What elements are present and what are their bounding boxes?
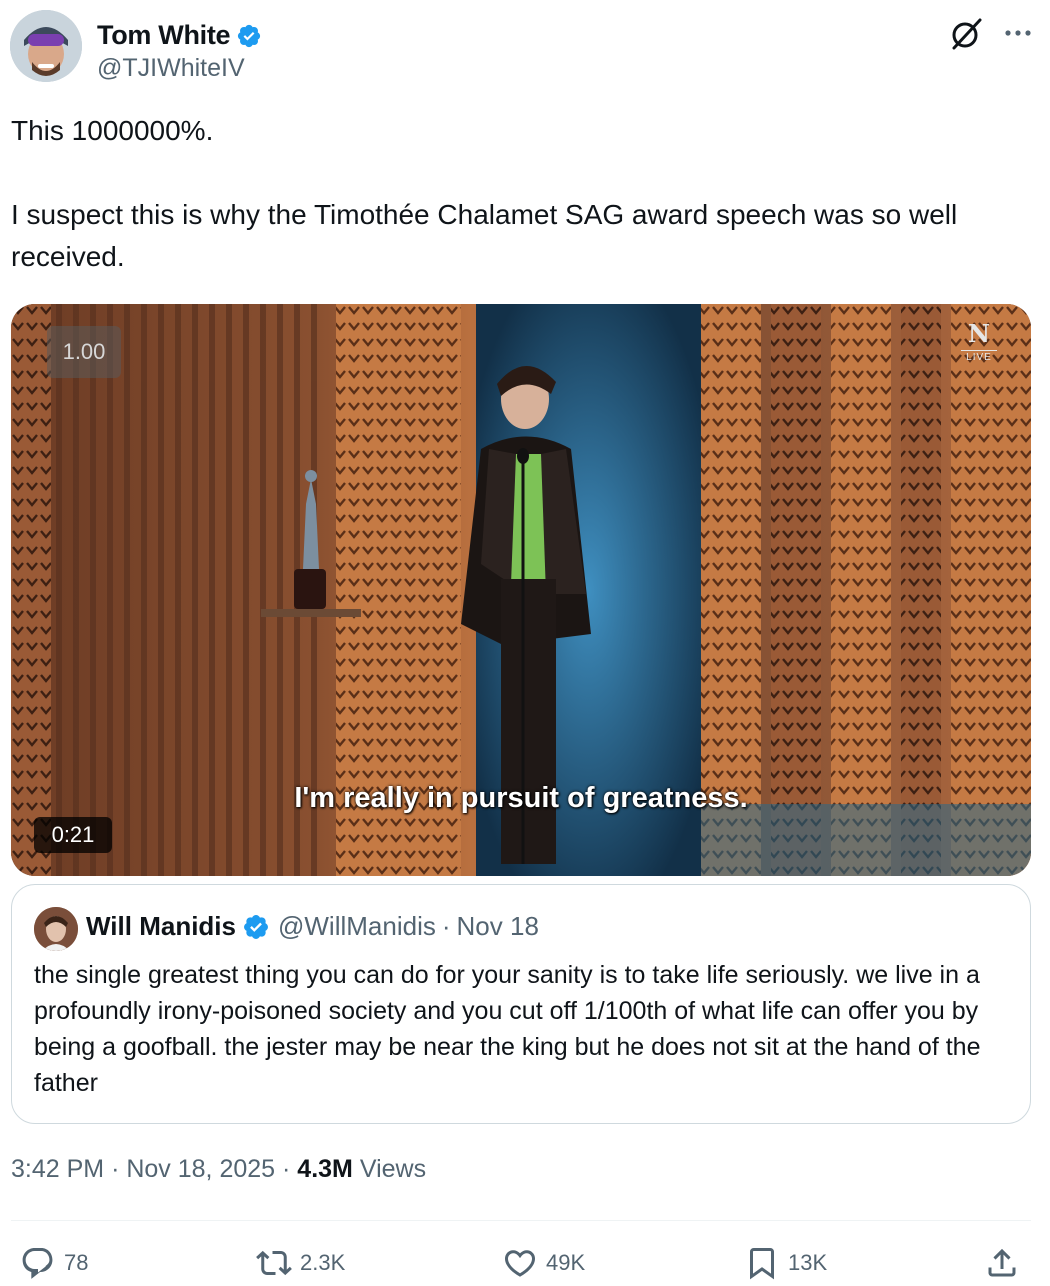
divider bbox=[11, 1220, 1031, 1221]
playback-speed-badge[interactable]: 1.00 bbox=[47, 326, 121, 378]
author-handle[interactable]: @TJIWhiteIV bbox=[97, 54, 245, 83]
network-logo: N bbox=[968, 319, 990, 348]
quoted-text: the single greatest thing you can do for… bbox=[34, 961, 981, 1097]
tweet-date[interactable]: Nov 18, 2025 bbox=[126, 1155, 275, 1183]
network-badge: N LIVE bbox=[961, 320, 997, 368]
reply-button[interactable]: 78 bbox=[20, 1240, 88, 1286]
quoted-author-avatar[interactable] bbox=[34, 907, 78, 951]
like-count: 49K bbox=[546, 1250, 586, 1275]
quoted-tweet[interactable]: Will Manidis @WillManidis · Nov 18 the s… bbox=[11, 884, 1031, 1124]
views-label: Views bbox=[359, 1155, 427, 1183]
grok-icon[interactable] bbox=[948, 16, 984, 52]
bookmark-count: 13K bbox=[788, 1250, 828, 1275]
tweet-time[interactable]: 3:42 PM bbox=[11, 1155, 104, 1183]
quoted-date[interactable]: Nov 18 bbox=[457, 911, 539, 942]
video-player[interactable]: 1.00 N LIVE I'm really in pursuit of gre… bbox=[11, 304, 1031, 876]
like-button[interactable]: 49K bbox=[502, 1240, 585, 1286]
action-bar: 78 2.3K 49K 13K bbox=[0, 1240, 1050, 1286]
separator-dot: · bbox=[282, 1155, 291, 1183]
share-icon bbox=[988, 1248, 1016, 1277]
more-icon[interactable] bbox=[998, 18, 1038, 48]
reply-count: 78 bbox=[64, 1250, 89, 1275]
author-avatar[interactable] bbox=[10, 10, 82, 82]
quoted-header: Will Manidis @WillManidis · Nov 18 bbox=[86, 911, 539, 942]
quoted-handle[interactable]: @WillManidis bbox=[278, 911, 436, 942]
bookmark-icon bbox=[750, 1248, 774, 1280]
share-button[interactable] bbox=[984, 1240, 1028, 1286]
separator-dot: · bbox=[441, 911, 451, 941]
repost-button[interactable]: 2.3K bbox=[256, 1240, 345, 1286]
views-count: 4.3M bbox=[297, 1155, 353, 1183]
tweet-text: This 1000000%. I suspect this is why the… bbox=[11, 115, 958, 272]
video-duration-badge: 0:21 bbox=[34, 817, 112, 853]
like-icon bbox=[504, 1250, 536, 1277]
bookmark-button[interactable]: 13K bbox=[744, 1240, 827, 1286]
tweet-meta: 3:42 PM · Nov 18, 2025 · 4.3M Views bbox=[11, 1155, 426, 1184]
reply-icon bbox=[22, 1248, 53, 1279]
separator-dot: · bbox=[111, 1155, 120, 1183]
author-display-name[interactable]: Tom White bbox=[97, 20, 231, 51]
verified-badge-icon bbox=[244, 914, 268, 939]
repost-icon bbox=[256, 1250, 292, 1276]
tweet-header: Tom White @TJIWhiteIV bbox=[10, 10, 1040, 86]
live-label: LIVE bbox=[961, 350, 997, 365]
repost-count: 2.3K bbox=[300, 1250, 346, 1275]
author-name-row: Tom White bbox=[97, 20, 262, 51]
video-caption: I'm really in pursuit of greatness. bbox=[294, 782, 748, 814]
quoted-display-name[interactable]: Will Manidis bbox=[86, 911, 236, 942]
verified-badge-icon bbox=[238, 24, 261, 47]
